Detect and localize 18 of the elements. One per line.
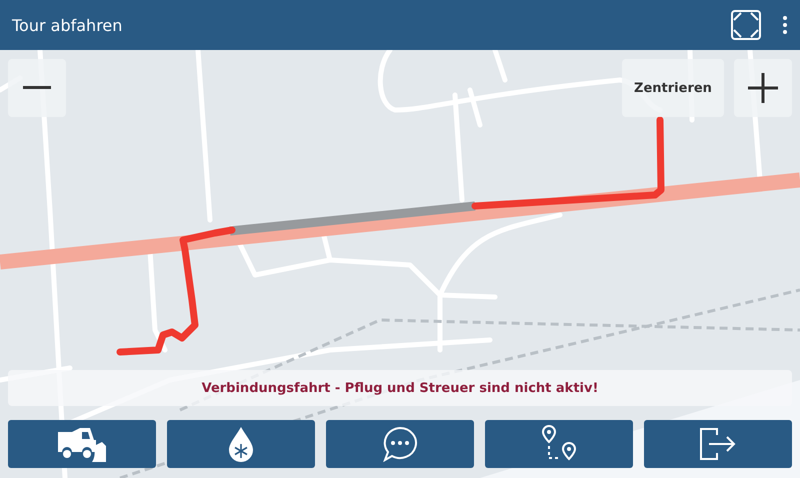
minus-icon xyxy=(23,86,51,90)
window-title: Tour abfahren xyxy=(12,16,122,34)
snowflake-drop-icon xyxy=(228,426,254,462)
zoom-out-button[interactable] xyxy=(8,59,66,117)
more-menu-icon[interactable] xyxy=(782,15,788,35)
chat-bubble-icon xyxy=(382,426,418,462)
center-map-button[interactable]: Zentrieren xyxy=(622,59,724,117)
zoom-in-button[interactable] xyxy=(734,59,792,117)
fullscreen-icon[interactable] xyxy=(730,9,762,41)
exit-button[interactable] xyxy=(644,420,792,468)
plus-icon xyxy=(748,73,778,103)
plow-button[interactable] xyxy=(8,420,156,468)
exit-icon xyxy=(699,427,737,461)
route-pins-icon xyxy=(541,425,577,463)
message-button[interactable] xyxy=(326,420,474,468)
route-button[interactable] xyxy=(485,420,633,468)
mode-warning-text: Verbindungsfahrt - Pflug und Streuer sind nicht aktiv! xyxy=(202,380,598,396)
spread-button[interactable] xyxy=(167,420,315,468)
